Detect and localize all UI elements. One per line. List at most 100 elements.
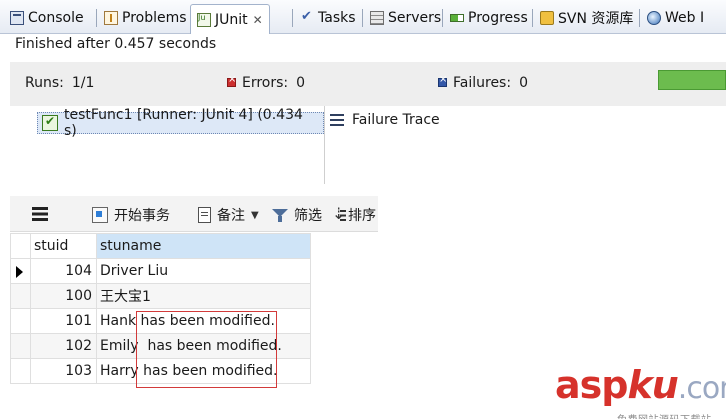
junit-view: Finished after 0.457 seconds Runs: 1/1 Er… xyxy=(0,34,726,184)
row-indicator xyxy=(10,308,31,334)
modified-note: has been modified. xyxy=(143,363,278,379)
problems-icon xyxy=(104,11,118,25)
tab-separator xyxy=(292,9,293,27)
filter-icon xyxy=(272,207,288,223)
modified-note: has been modified. xyxy=(140,313,275,329)
tab-label: Servers xyxy=(388,10,442,26)
failure-icon xyxy=(438,74,447,87)
modified-note: has been modified. xyxy=(147,338,282,354)
row-indicator xyxy=(10,283,31,309)
site-watermark-logo: aspku.com 免费网站源码下载站 xyxy=(555,366,726,419)
stuid-cell[interactable]: 104 xyxy=(30,258,97,284)
row-indicator-header xyxy=(10,233,31,259)
failures-value: 0 xyxy=(519,75,528,91)
stuname-cell[interactable]: 王大宝1 xyxy=(96,283,311,309)
stuname-cell[interactable]: Emily has been modified. xyxy=(96,333,311,359)
filter-label: 筛选 xyxy=(294,208,322,224)
stuname-value: Emily xyxy=(100,338,139,354)
tab-label: Web I xyxy=(665,10,705,26)
filter-button[interactable]: 筛选 xyxy=(272,205,322,225)
view-tab-bar: Console Problems JUnit ✕ Tasks Servers P… xyxy=(0,0,726,34)
table-row[interactable]: 103 Harry has been modified. xyxy=(10,358,311,384)
watermark-brand: aspku.com xyxy=(555,366,726,408)
menu-button[interactable] xyxy=(32,207,48,221)
test-progress-bar xyxy=(658,70,726,90)
data-grid-window: 开始事务 备注 ▼ 筛选 排序 stuid stuname 104 Driver… xyxy=(10,196,378,389)
runs-label: Runs: xyxy=(25,75,64,91)
watermark-part-asp: asp xyxy=(555,363,628,407)
tab-servers[interactable]: Servers xyxy=(364,4,447,32)
table-row[interactable]: 102 Emily has been modified. xyxy=(10,333,311,359)
failure-trace-label: Failure Trace xyxy=(352,112,440,128)
tab-separator xyxy=(442,9,443,27)
close-icon[interactable]: ✕ xyxy=(253,13,263,27)
table-row[interactable]: 104 Driver Liu xyxy=(10,258,311,284)
tab-junit[interactable]: JUnit ✕ xyxy=(190,4,270,34)
begin-transaction-button[interactable]: 开始事务 xyxy=(92,205,170,225)
test-tree-pane: testFunc1 [Runner: JUnit 4] (0.434 s) xyxy=(11,106,325,184)
tasks-icon xyxy=(300,9,314,25)
tab-progress[interactable]: Progress xyxy=(444,4,534,32)
tab-svn-repository[interactable]: SVN 资源库 xyxy=(534,4,639,32)
stuname-cell[interactable]: Harry has been modified. xyxy=(96,358,311,384)
svn-icon xyxy=(540,11,554,25)
runs-value: 1/1 xyxy=(71,75,95,91)
column-header-stuid[interactable]: stuid xyxy=(30,233,97,259)
tab-separator xyxy=(96,9,97,27)
stuid-cell[interactable]: 103 xyxy=(30,358,97,384)
note-button[interactable]: 备注 ▼ xyxy=(198,205,259,225)
tab-label: Problems xyxy=(122,10,187,26)
hamburger-menu-icon xyxy=(32,207,48,221)
table-row[interactable]: 101 Hank has been modified. xyxy=(10,308,311,334)
tab-label: Tasks xyxy=(318,10,356,26)
current-row-pointer-icon xyxy=(16,266,23,278)
stuname-cell[interactable]: Hank has been modified. xyxy=(96,308,311,334)
stuname-cell[interactable]: Driver Liu xyxy=(96,258,311,284)
chevron-down-icon[interactable]: ▼ xyxy=(251,210,259,221)
row-indicator xyxy=(10,258,31,284)
errors-counter: Errors: 0 xyxy=(227,74,306,91)
stuid-cell[interactable]: 101 xyxy=(30,308,97,334)
failure-trace-header: Failure Trace xyxy=(330,112,440,128)
row-indicator xyxy=(10,333,31,359)
servers-icon xyxy=(370,11,384,25)
junit-icon xyxy=(197,12,211,27)
tab-separator xyxy=(532,9,533,27)
note-label: 备注 xyxy=(217,208,245,224)
progress-icon xyxy=(450,14,464,22)
stuname-value: Hank xyxy=(100,313,137,329)
watermark-tagline: 免费网站源码下载站 xyxy=(617,411,726,419)
error-icon xyxy=(227,74,236,87)
note-icon xyxy=(198,207,211,223)
errors-value: 0 xyxy=(296,75,306,91)
tab-label: JUnit xyxy=(215,11,248,28)
column-header-stuname[interactable]: stuname xyxy=(96,233,311,259)
sort-button[interactable]: 排序 xyxy=(332,205,378,225)
table-row[interactable]: 100 王大宝1 xyxy=(10,283,311,309)
records-table: stuid stuname 104 Driver Liu 100 王大宝1 10… xyxy=(10,233,311,384)
failures-label: Failures: xyxy=(453,75,512,91)
tab-problems[interactable]: Problems xyxy=(98,4,193,32)
elapsed-time-message: Finished after 0.457 seconds xyxy=(15,36,217,52)
sort-label: 排序 xyxy=(348,208,376,224)
test-tree-item[interactable]: testFunc1 [Runner: JUnit 4] (0.434 s) xyxy=(37,107,324,139)
runs-counter: Runs: 1/1 xyxy=(25,75,94,91)
tab-tasks[interactable]: Tasks xyxy=(294,4,362,32)
tab-web-browser[interactable]: Web I xyxy=(641,4,710,32)
tab-console[interactable]: Console xyxy=(4,4,90,32)
tab-label: Console xyxy=(28,10,84,26)
console-icon xyxy=(10,11,24,25)
begin-transaction-label: 开始事务 xyxy=(114,208,170,224)
grid-toolbar: 开始事务 备注 ▼ 筛选 排序 xyxy=(10,196,378,232)
errors-label: Errors: xyxy=(242,75,289,91)
junit-counters-bar: Runs: 1/1 Errors: 0 Failures: 0 xyxy=(10,62,726,106)
stuid-cell[interactable]: 102 xyxy=(30,333,97,359)
failures-counter: Failures: 0 xyxy=(438,74,528,91)
tab-label: SVN 资源库 xyxy=(558,11,634,27)
watermark-part-com: .com xyxy=(677,371,726,406)
tab-separator xyxy=(362,9,363,27)
tab-label: Progress xyxy=(468,10,528,26)
web-browser-icon xyxy=(647,11,661,25)
stack-trace-icon xyxy=(330,114,344,126)
stuid-cell[interactable]: 100 xyxy=(30,283,97,309)
